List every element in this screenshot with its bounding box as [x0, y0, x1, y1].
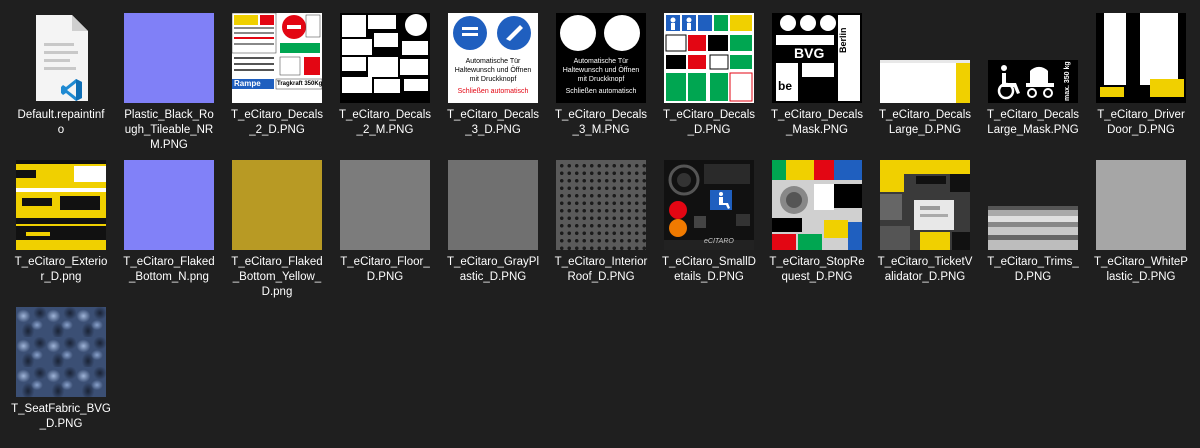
file-label: T_eCitaro_Driver Door_D.PNG: [1097, 109, 1185, 136]
file-label: T_eCitaro_Interior Roof_D.PNG: [554, 256, 648, 283]
file-label: T_eCitaro_TicketV alidator_D.PNG: [877, 256, 973, 283]
file-item-seat-fabric[interactable]: T_SeatFabric_BVG _D.PNG: [9, 307, 113, 432]
file-label: T_eCitaro_Decals _D.PNG: [662, 109, 756, 136]
sign-text-line1: Automatische Tür: [465, 58, 521, 65]
decal-sheet-thumbnail: Rampe Tragkraft 350Kg: [232, 13, 322, 103]
file-label: T_eCitaro_GrayPl astic_D.PNG: [446, 256, 540, 283]
file-item-flaked-bottom-n[interactable]: T_eCitaro_Flaked _Bottom_N.png: [117, 160, 221, 285]
file-item-exterior[interactable]: T_eCitaro_Exterio r_D.png: [9, 160, 113, 285]
gray-texture-thumbnail: [340, 160, 430, 250]
file-item-decals-2-d[interactable]: Rampe Tragkraft 350Kg T_eCitaro_Decals _2…: [225, 13, 329, 138]
file-item-decals-3-d[interactable]: Automatische Tür Haltewunsch und Öffnen …: [441, 13, 545, 138]
file-label: T_eCitaro_WhiteP lastic_D.PNG: [1094, 256, 1188, 283]
file-item-gray-plastic[interactable]: T_eCitaro_GrayPl astic_D.PNG: [441, 160, 545, 285]
file-label: T_eCitaro_Decals _3_M.PNG: [554, 109, 648, 136]
file-label: T_eCitaro_Decals _2_D.PNG: [230, 109, 324, 136]
decal-mask-thumbnail: [340, 13, 430, 103]
file-label: T_SeatFabric_BVG _D.PNG: [11, 403, 111, 430]
file-item-decals-d[interactable]: T_eCitaro_Decals _D.PNG: [657, 13, 761, 138]
sign-text-line4: Schließen automatisch: [457, 88, 529, 95]
brand-text: eCITARO: [704, 238, 734, 245]
file-item-decals-large-d[interactable]: T_eCitaro_Decals Large_D.PNG: [873, 13, 977, 138]
perforated-roof-thumbnail: [556, 160, 646, 250]
seat-fabric-thumbnail: [16, 307, 106, 397]
file-item-default-repaintinfo[interactable]: Default.repaintinf o: [9, 13, 113, 138]
file-item-stop-request[interactable]: T_eCitaro_StopRe quest_D.PNG: [765, 160, 869, 285]
file-item-small-details[interactable]: eCITARO T_eCitaro_SmallD etails_D.PNG: [657, 160, 761, 285]
file-item-decals-3-m[interactable]: Automatische Tür Haltewunsch und Öffnen …: [549, 13, 653, 138]
stop-request-thumbnail: [772, 160, 862, 250]
file-item-white-plastic[interactable]: T_eCitaro_WhiteP lastic_D.PNG: [1089, 160, 1193, 285]
sign-text-line3: mit Druckknopf: [469, 76, 517, 83]
file-item-driver-door[interactable]: T_eCitaro_Driver Door_D.PNG: [1089, 13, 1193, 138]
file-item-decals-2-m[interactable]: T_eCitaro_Decals _2_M.PNG: [333, 13, 437, 138]
sign-text-line3: mit Druckknopf: [577, 76, 625, 83]
white-plastic-thumbnail: [1096, 160, 1186, 250]
sign-text-line1: Automatische Tür: [573, 58, 629, 65]
file-label: T_eCitaro_StopRe quest_D.PNG: [769, 256, 865, 283]
berlin-text: Berlin: [838, 27, 848, 53]
exterior-thumbnail: [16, 160, 106, 250]
file-label: T_eCitaro_Exterio r_D.png: [14, 256, 108, 283]
file-item-interior-roof[interactable]: T_eCitaro_Interior Roof_D.PNG: [549, 160, 653, 285]
file-label: T_eCitaro_Decals Large_Mask.PNG: [986, 109, 1080, 136]
file-label: T_eCitaro_Decals Large_D.PNG: [878, 109, 972, 136]
sign-text-line2: Haltewunsch und Öffnen: [454, 67, 532, 74]
file-item-trims[interactable]: T_eCitaro_Trims_ D.PNG: [981, 160, 1085, 285]
yellow-texture-thumbnail: [232, 160, 322, 250]
bvg-mask-thumbnail: BVG be Berlin: [772, 13, 862, 103]
normal-map-thumbnail: [124, 13, 214, 103]
gray-texture-thumbnail: [448, 160, 538, 250]
file-item-floor[interactable]: T_eCitaro_Floor_ D.PNG: [333, 160, 437, 285]
file-label: T_eCitaro_Flaked _Bottom_Yellow_ D.png: [231, 256, 323, 298]
ticket-validator-thumbnail: [880, 160, 970, 250]
file-label: T_eCitaro_Trims_ D.PNG: [987, 256, 1079, 283]
file-label: T_eCitaro_Decals _3_D.PNG: [446, 109, 540, 136]
file-item-flaked-bottom-yellow[interactable]: T_eCitaro_Flaked _Bottom_Yellow_ D.png: [225, 160, 329, 300]
trims-thumbnail: [988, 160, 1078, 250]
file-label: Default.repaintinf o: [17, 109, 105, 136]
file-item-ticket-validator[interactable]: T_eCitaro_TicketV alidator_D.PNG: [873, 160, 977, 285]
door-sign-thumbnail: Automatische Tür Haltewunsch und Öffnen …: [448, 13, 538, 103]
sign-text-line4: Schließen automatisch: [565, 88, 637, 95]
normal-map-thumbnail: [124, 160, 214, 250]
file-label: T_eCitaro_SmallD etails_D.PNG: [662, 256, 756, 283]
file-item-decals-mask[interactable]: BVG be Berlin T_eCitaro_Decals _Mask.PNG: [765, 13, 869, 138]
rampe-text: Rampe: [234, 79, 261, 88]
sign-text-line2: Haltewunsch und Öffnen: [562, 67, 640, 74]
file-label: T_eCitaro_Floor_ D.PNG: [340, 256, 430, 283]
small-details-thumbnail: eCITARO: [664, 160, 754, 250]
door-sign-mask-thumbnail: Automatische Tür Haltewunsch und Öffnen …: [556, 13, 646, 103]
driver-door-thumbnail: [1096, 13, 1186, 103]
file-label: T_eCitaro_Decals _Mask.PNG: [770, 109, 864, 136]
max-load-text: max. 350 kg: [1064, 61, 1071, 101]
file-item-plastic-black-rough[interactable]: Plastic_Black_Ro ugh_Tileable_NR M.PNG: [117, 13, 221, 153]
file-grid: Default.repaintinf o Plastic_Black_Ro ugh_…: [0, 0, 1200, 448]
pictogram-sheet-thumbnail: [664, 13, 754, 103]
file-item-decals-large-mask[interactable]: max. 350 kg T_eCitaro_Decals Large_Mask.P…: [981, 13, 1085, 138]
file-label: Plastic_Black_Ro ugh_Tileable_NR M.PNG: [124, 109, 214, 151]
file-label: T_eCitaro_Flaked _Bottom_N.png: [123, 256, 215, 283]
be-text: be: [778, 79, 793, 93]
bvg-text: BVG: [794, 45, 825, 61]
tragkraft-text: Tragkraft 350Kg: [277, 81, 322, 87]
file-label: T_eCitaro_Decals _2_M.PNG: [338, 109, 432, 136]
vscode-file-icon: [16, 13, 106, 103]
wheelchair-stroller-thumbnail: max. 350 kg: [988, 13, 1078, 103]
large-decal-thumbnail: [880, 13, 970, 103]
